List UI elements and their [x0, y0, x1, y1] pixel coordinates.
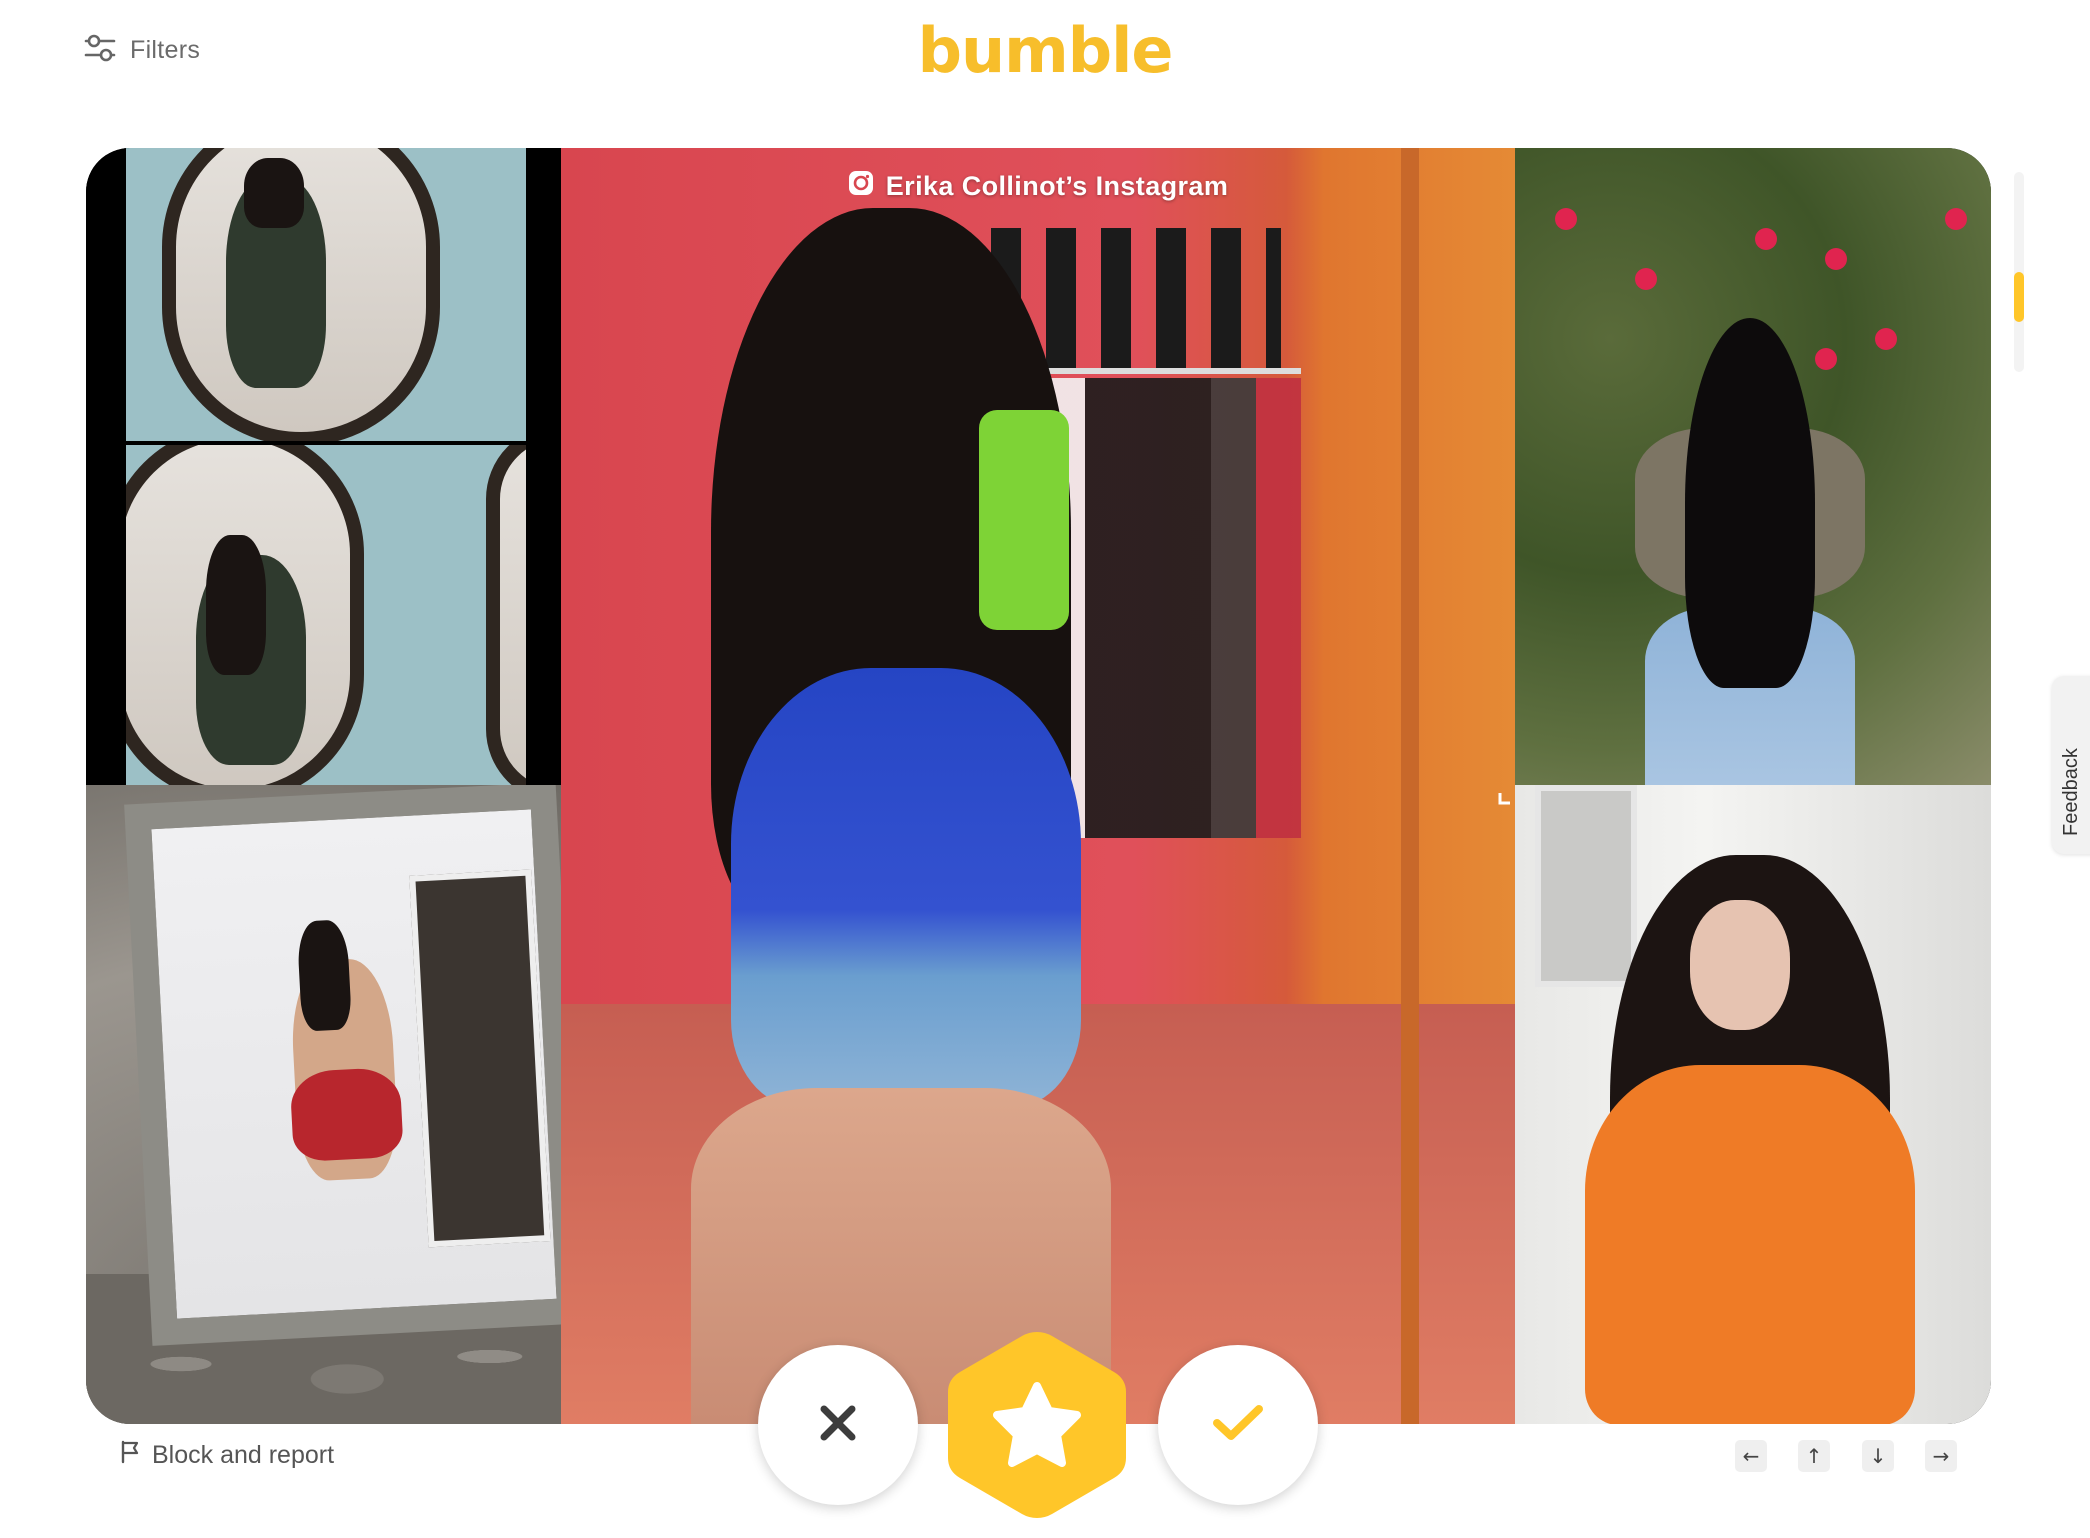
photo-pane-bottom	[126, 445, 526, 785]
expand-icon[interactable]	[1496, 773, 1515, 812]
photo-stone-mirror[interactable]	[86, 785, 561, 1424]
instagram-icon	[848, 170, 874, 203]
key-right-icon[interactable]: →	[1925, 1440, 1957, 1472]
bumble-page: Filters bumble Erika Collinot’s Instagra…	[0, 0, 2090, 1538]
photo-orange-top[interactable]	[1515, 785, 1991, 1424]
key-up-icon[interactable]: ↑	[1798, 1440, 1830, 1472]
instagram-title-text: Erika Collinot’s Instagram	[885, 171, 1229, 201]
photo-garden[interactable]	[1515, 148, 1991, 785]
like-button[interactable]	[1158, 1345, 1318, 1505]
superswipe-button[interactable]	[944, 1328, 1130, 1522]
profile-photo-grid: Erika Collinot’s Instagram	[86, 148, 1991, 1424]
photo-pane-top	[126, 148, 526, 441]
block-and-report-link[interactable]: Block and report	[120, 1440, 334, 1471]
instagram-title: Erika Collinot’s Instagram	[561, 170, 1515, 203]
close-icon	[816, 1401, 860, 1450]
feedback-label: Feedback	[2060, 748, 2082, 836]
scrollbar-thumb[interactable]	[2014, 272, 2024, 322]
pass-button[interactable]	[758, 1345, 918, 1505]
feedback-tab[interactable]: Feedback	[2052, 676, 2090, 854]
photo-mirror-selfies[interactable]	[86, 148, 561, 785]
key-left-icon[interactable]: ←	[1735, 1440, 1767, 1472]
block-and-report-label: Block and report	[152, 1441, 335, 1469]
photo-main-selfie[interactable]: Erika Collinot’s Instagram	[561, 148, 1515, 1424]
bumble-logo[interactable]: bumble	[0, 14, 2090, 87]
key-down-icon[interactable]: ↓	[1862, 1440, 1894, 1472]
flag-icon	[120, 1440, 142, 1471]
check-icon	[1211, 1401, 1265, 1450]
